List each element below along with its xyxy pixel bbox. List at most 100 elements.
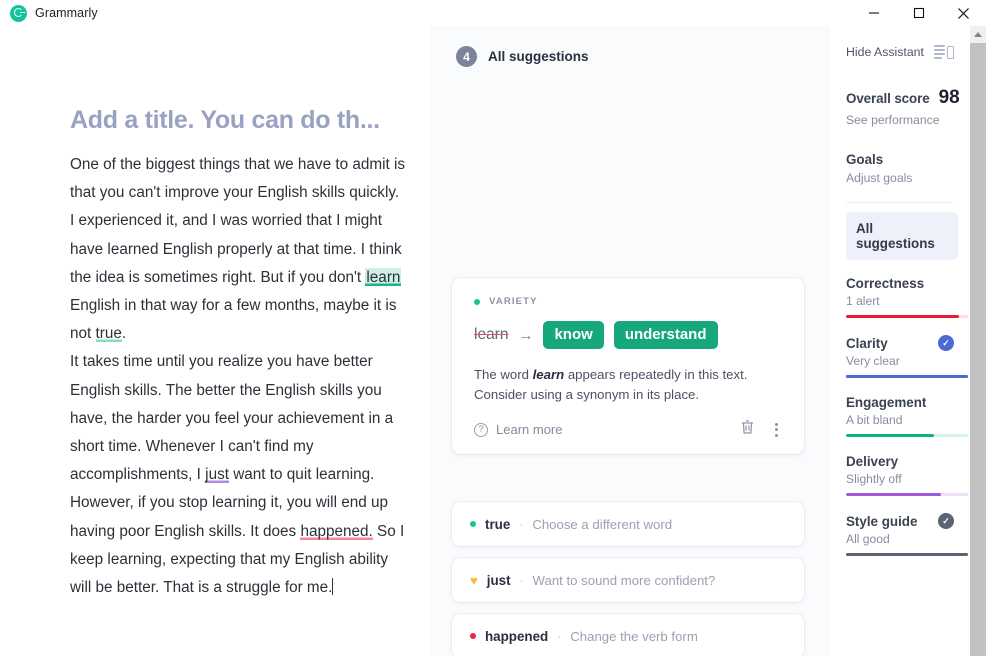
scrollbar-thumb[interactable]: [970, 43, 986, 656]
paragraph-1: One of the biggest things that we have t…: [70, 151, 408, 207]
card-actions: [740, 419, 782, 440]
metric-status: All good: [846, 532, 890, 546]
suggestion-description: Choose a different word: [532, 516, 673, 532]
separator: ·: [519, 573, 524, 587]
learn-more-link[interactable]: ? Learn more: [474, 422, 562, 437]
metric-name: Delivery: [846, 454, 899, 469]
text-run: .: [121, 325, 127, 343]
document-editor[interactable]: Add a title. You can do th... One of the…: [0, 26, 440, 656]
window-controls: [851, 0, 986, 26]
metric-name: Style guide: [846, 513, 918, 529]
suggestion-mark-true[interactable]: true: [96, 325, 122, 342]
suggestions-panel: 4 All suggestions VARIETY learn → know u…: [430, 26, 830, 656]
trash-icon[interactable]: [740, 419, 755, 440]
hide-assistant-label: Hide Assistant: [846, 45, 924, 59]
document-body[interactable]: One of the biggest things that we have t…: [70, 151, 408, 602]
tone-heart-icon: ♥: [470, 572, 478, 588]
side-panel-icon[interactable]: [934, 45, 954, 59]
explanation-bold-word: learn: [532, 367, 565, 382]
learn-more-label: Learn more: [496, 422, 563, 437]
metric-name: Correctness: [846, 276, 925, 291]
text-run: It takes time until you realize you have…: [70, 353, 394, 484]
sidebar-divider: [846, 202, 954, 203]
category-dot-icon: [474, 298, 480, 305]
goals-block[interactable]: Goals Adjust goals: [846, 152, 970, 185]
grammarly-logo-icon: [10, 4, 27, 22]
suggestions-header-label: All suggestions: [488, 49, 589, 64]
suggestion-card-happened[interactable]: happened · Change the verb form: [452, 614, 804, 656]
suggestion-mark-happened[interactable]: happened.: [300, 523, 372, 540]
metric-bar-fill: [846, 553, 968, 556]
close-button[interactable]: [941, 0, 986, 26]
metric-style-guide[interactable]: Style guide ✓ All good: [846, 513, 970, 556]
paragraph-3: It takes time until you realize you have…: [70, 348, 408, 489]
suggestions-count-badge: 4: [456, 46, 477, 67]
metric-head: Style guide ✓: [846, 513, 954, 529]
overall-score-value: 98: [938, 87, 960, 108]
metric-head: Engagement: [846, 395, 954, 410]
metric-bar: [846, 315, 968, 318]
paragraph-4: However, if you stop learning it, you wi…: [70, 489, 408, 602]
metric-status: 1 alert: [846, 294, 880, 308]
suggestion-description: Change the verb form: [570, 628, 698, 644]
metric-bar-fill: [846, 434, 934, 437]
goals-label: Goals: [846, 152, 884, 167]
sidebar-item-all-suggestions[interactable]: All suggestions: [846, 212, 958, 260]
arrow-right-icon: →: [518, 326, 534, 344]
suggestion-word: happened: [485, 628, 549, 644]
metric-correctness[interactable]: Correctness 1 alert: [846, 276, 970, 318]
suggestion-dot-icon: [470, 521, 476, 527]
suggestion-card-footer: ? Learn more: [474, 419, 782, 440]
replacement-chip-understand[interactable]: understand: [613, 321, 718, 349]
metric-delivery[interactable]: Delivery Slightly off: [846, 454, 970, 496]
assistant-sidebar: Hide Assistant Overall score 98 See perf…: [830, 26, 970, 656]
title-bar: Grammarly: [0, 0, 986, 26]
replacement-row: learn → know understand: [474, 321, 782, 349]
check-circle-icon: ✓: [938, 513, 954, 529]
panel-box: [947, 45, 954, 59]
app-title: Grammarly: [35, 6, 98, 20]
metric-name: Clarity: [846, 335, 888, 351]
overall-score-block[interactable]: Overall score 98 See performance: [846, 87, 970, 127]
see-performance-link[interactable]: See performance: [846, 113, 970, 127]
overall-score-label: Overall score: [846, 91, 930, 106]
suggestion-card-main[interactable]: VARIETY learn → know understand The word…: [452, 278, 804, 454]
separator: ·: [519, 517, 524, 531]
suggestion-category-label: VARIETY: [489, 296, 538, 307]
metric-bar: [846, 553, 968, 556]
metric-bar: [846, 375, 968, 378]
vertical-scrollbar[interactable]: [970, 26, 986, 656]
replacement-chip-know[interactable]: know: [543, 321, 604, 349]
explanation-before: The word: [474, 367, 533, 382]
hide-assistant-row[interactable]: Hide Assistant: [846, 45, 970, 59]
suggestion-card-just[interactable]: ♥ just · Want to sound more confident?: [452, 558, 804, 602]
metric-clarity[interactable]: Clarity ✓ Very clear: [846, 335, 970, 378]
text-run: want to quit learning.: [228, 466, 375, 484]
metric-bar-fill: [846, 493, 942, 496]
text-run: One of the biggest things that we have t…: [70, 156, 406, 202]
app-brand: Grammarly: [10, 4, 98, 22]
metric-bar-fill: [846, 375, 968, 378]
paragraph-2: I experienced it, and I was worried that…: [70, 207, 408, 348]
grammarly-app-window: Grammarly Add a title. You can do th... …: [0, 0, 986, 656]
suggestion-card-true[interactable]: true · Choose a different word: [452, 502, 804, 546]
metric-status: A bit bland: [846, 413, 903, 427]
metric-head: Correctness: [846, 276, 954, 291]
suggestion-mark-just[interactable]: just: [205, 466, 229, 483]
minimize-button[interactable]: [851, 0, 896, 26]
document-title-placeholder[interactable]: Add a title. You can do th...: [70, 106, 410, 135]
metric-bar-fill: [846, 315, 960, 318]
metric-engagement[interactable]: Engagement A bit bland: [846, 395, 970, 437]
suggestion-mark-learn[interactable]: learn: [365, 267, 402, 286]
maximize-button[interactable]: [896, 0, 941, 26]
question-mark-icon: ?: [474, 422, 488, 437]
scroll-up-arrow-icon[interactable]: [970, 26, 986, 43]
adjust-goals-link[interactable]: Adjust goals: [846, 171, 970, 185]
metric-head: Clarity ✓: [846, 335, 954, 351]
suggestions-header: 4 All suggestions: [456, 46, 589, 67]
suggestion-word: true: [485, 516, 511, 532]
text-cursor: [332, 578, 334, 596]
panel-lines: [934, 45, 945, 59]
kebab-menu-icon[interactable]: [771, 421, 782, 439]
metric-status: Very clear: [846, 354, 900, 368]
